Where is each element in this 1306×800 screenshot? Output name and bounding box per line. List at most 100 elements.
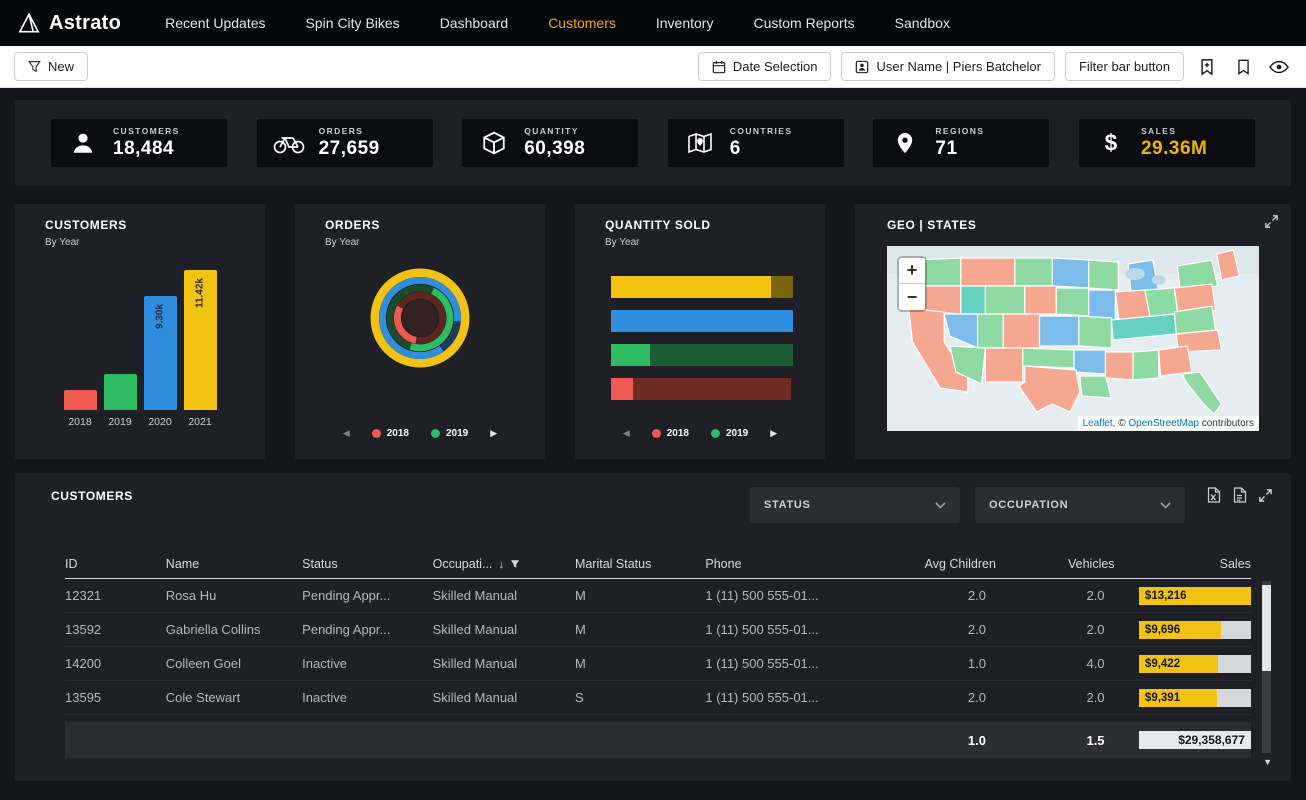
sales-gauge: $9,696: [1139, 621, 1251, 639]
user-card-icon: [855, 60, 869, 74]
bar-column: 9.30k 2020: [144, 260, 177, 428]
view-mode-button[interactable]: [1266, 54, 1292, 80]
total-sales-gauge: $29,358,677: [1139, 731, 1251, 749]
occupation-filter-label: OCCUPATION: [989, 499, 1068, 511]
hbar-2020[interactable]: [611, 310, 795, 332]
total-avg-children: 1.0: [866, 733, 996, 748]
legend-dot: [372, 429, 381, 438]
legend-next-icon[interactable]: ▶: [770, 428, 777, 439]
hbar-segment[interactable]: [611, 344, 650, 366]
bar-2021[interactable]: 11.42k: [184, 270, 217, 410]
geo-map[interactable]: + − Leaflet, © OpenStreetMap contributor…: [887, 246, 1259, 431]
bookmark-button[interactable]: [1230, 54, 1256, 80]
kpi-label: REGIONS: [935, 126, 984, 136]
cell-phone: 1 (11) 500 555-01...: [705, 690, 865, 705]
table-row[interactable]: 13592 Gabriella Collins Pending Appr... …: [65, 613, 1251, 647]
table-row[interactable]: 12321 Rosa Hu Pending Appr... Skilled Ma…: [65, 579, 1251, 613]
column-header-vehicles[interactable]: Vehicles: [996, 557, 1115, 571]
hbar-segment[interactable]: [633, 378, 791, 400]
excel-export-button[interactable]: [1206, 487, 1221, 508]
hbar-segment[interactable]: [611, 276, 771, 298]
scrollbar-thumb[interactable]: [1262, 585, 1271, 671]
zoom-out-button[interactable]: −: [899, 284, 925, 310]
bar-column: 2019: [104, 260, 137, 428]
total-sales-cell: $29,358,677: [1115, 731, 1251, 749]
customers-bar-chart: 201820199.30k202011.42k2021: [31, 260, 249, 428]
legend-item-2019[interactable]: 2019: [711, 428, 748, 439]
osm-link[interactable]: OpenStreetMap: [1128, 418, 1199, 429]
table-row[interactable]: 13595 Cole Stewart Inactive Skilled Manu…: [65, 681, 1251, 715]
legend-item-2019[interactable]: 2019: [431, 428, 468, 439]
expand-icon[interactable]: [1258, 488, 1273, 508]
column-header-sales[interactable]: Sales: [1115, 557, 1251, 571]
sales-gauge: $13,216: [1139, 587, 1251, 605]
bar-value-label: 9.30k: [155, 304, 166, 329]
nav-item[interactable]: Customers: [548, 15, 616, 31]
legend-label: 2019: [726, 428, 748, 439]
column-header-avg-children[interactable]: Avg Children: [866, 557, 996, 571]
leaflet-link[interactable]: Leaflet: [1083, 418, 1113, 429]
hbar-2019[interactable]: [611, 344, 795, 366]
nav-item[interactable]: Custom Reports: [753, 15, 854, 31]
hbar-segment[interactable]: [611, 378, 633, 400]
sales-gauge: $9,422: [1139, 655, 1251, 673]
orders-legend: ◀ 2018 2019 ▶: [295, 428, 545, 439]
legend-prev-icon[interactable]: ◀: [623, 428, 630, 439]
bar-2019[interactable]: [104, 374, 137, 410]
column-header-id[interactable]: ID: [65, 557, 166, 571]
filter-bar-button[interactable]: Filter bar button: [1065, 52, 1184, 81]
bar-2020[interactable]: 9.30k: [144, 296, 177, 410]
nav-item[interactable]: Inventory: [656, 15, 714, 31]
legend-item-2018[interactable]: 2018: [372, 428, 409, 439]
table-scrollbar[interactable]: [1262, 581, 1271, 753]
legend-label: 2018: [667, 428, 689, 439]
column-header-marital-status[interactable]: Marital Status: [575, 557, 705, 571]
user-name-button[interactable]: User Name | Piers Batchelor: [841, 52, 1055, 81]
kpi-value: 27,659: [319, 138, 380, 160]
hbar-2021[interactable]: [611, 276, 795, 298]
table-row[interactable]: 14200 Colleen Goel Inactive Skilled Manu…: [65, 647, 1251, 681]
nav-item[interactable]: Spin City Bikes: [306, 15, 400, 31]
hbar-segment[interactable]: [650, 344, 794, 366]
kpi-label: QUANTITY: [524, 126, 585, 136]
nav-item[interactable]: Recent Updates: [165, 15, 265, 31]
map-icon: [683, 127, 717, 159]
hbar-segment[interactable]: [771, 276, 793, 298]
zoom-in-button[interactable]: +: [899, 258, 925, 284]
doc-export-button[interactable]: [1232, 487, 1247, 508]
sort-desc-icon[interactable]: ↓: [498, 557, 504, 571]
column-header-phone[interactable]: Phone: [705, 557, 865, 571]
bar-column: 2018: [64, 260, 97, 428]
new-filter-button[interactable]: New: [14, 52, 88, 81]
expand-icon[interactable]: [1264, 214, 1279, 234]
nav-item[interactable]: Dashboard: [440, 15, 509, 31]
filter-icon[interactable]: [510, 559, 520, 569]
cell-phone: 1 (11) 500 555-01...: [705, 588, 865, 603]
nav-item[interactable]: Sandbox: [895, 15, 950, 31]
occupation-filter-select[interactable]: OCCUPATION: [975, 487, 1185, 523]
legend-prev-icon[interactable]: ◀: [343, 428, 350, 439]
x-axis-label-2020: 2020: [148, 416, 171, 428]
table-filters: STATUS OCCUPATION: [750, 487, 1185, 523]
bar-2018[interactable]: [64, 390, 97, 410]
status-filter-select[interactable]: STATUS: [750, 487, 960, 523]
panel-subtitle: By Year: [45, 237, 249, 248]
date-selection-button[interactable]: Date Selection: [698, 52, 832, 81]
column-header-occupation[interactable]: Occupati... ↓: [433, 557, 575, 571]
legend-item-2018[interactable]: 2018: [652, 428, 689, 439]
cell-avg-children: 2.0: [866, 690, 996, 705]
cell-sales: $9,391: [1115, 689, 1251, 707]
customers-table: ID Name Status Occupati... ↓ Marital Sta…: [35, 549, 1271, 758]
table-header: ID Name Status Occupati... ↓ Marital Sta…: [65, 549, 1251, 579]
scroll-down-icon[interactable]: ▼: [1263, 757, 1272, 767]
bookmark-plus-icon: [1199, 58, 1215, 76]
column-header-name[interactable]: Name: [166, 557, 302, 571]
bookmark-add-button[interactable]: [1194, 54, 1220, 80]
kpi-value: 6: [730, 138, 793, 160]
hbar-segment[interactable]: [611, 310, 793, 332]
chevron-down-icon: [1160, 502, 1171, 509]
column-header-status[interactable]: Status: [302, 557, 432, 571]
brand[interactable]: Astrato: [18, 12, 121, 35]
legend-next-icon[interactable]: ▶: [490, 428, 497, 439]
hbar-2018[interactable]: [611, 378, 795, 400]
